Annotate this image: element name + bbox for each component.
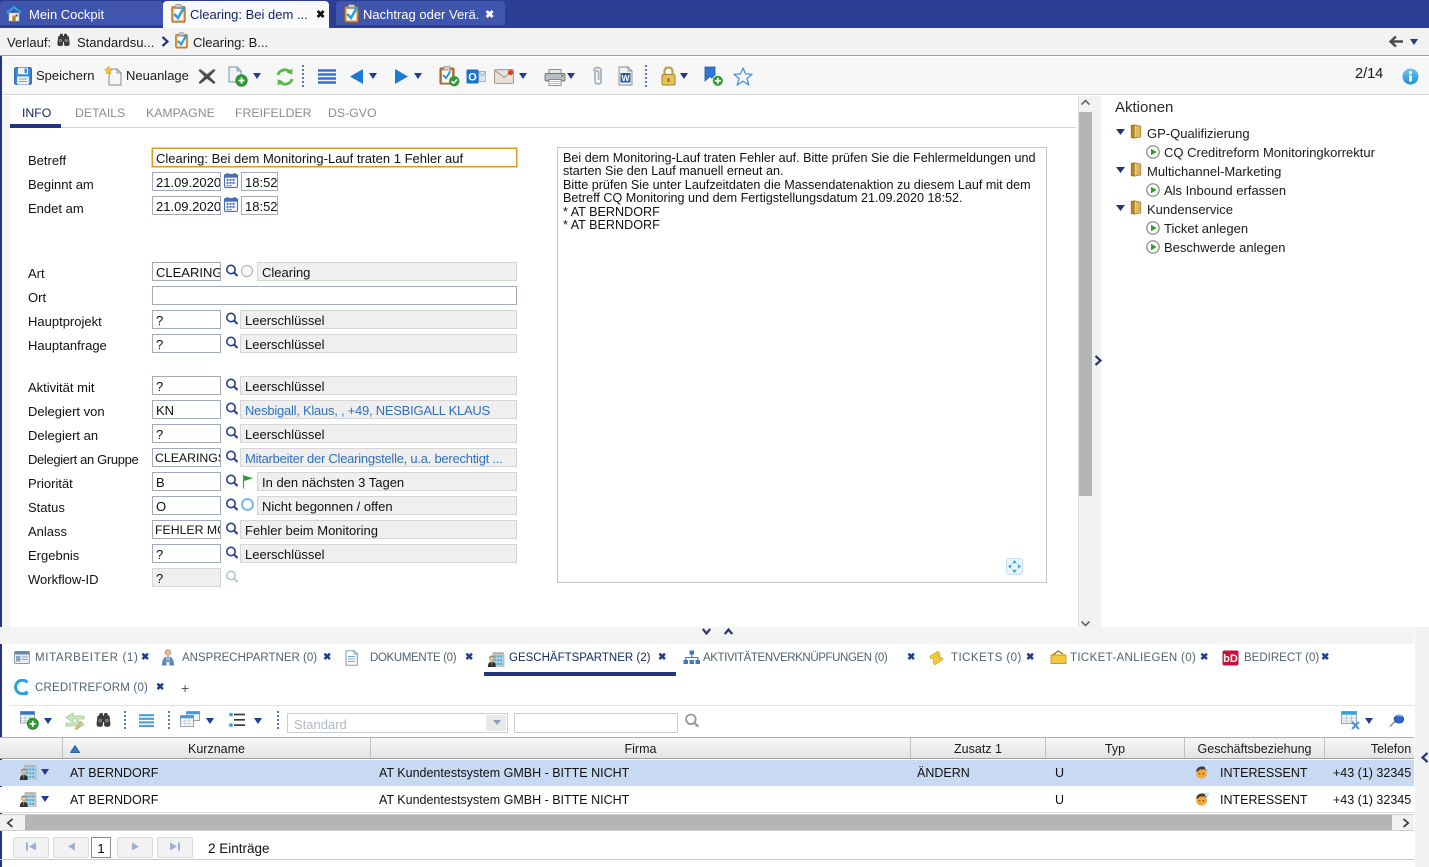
svg-text:O: O — [468, 72, 477, 84]
svg-text:bD: bD — [1223, 653, 1238, 665]
svg-text:W: W — [621, 73, 630, 83]
